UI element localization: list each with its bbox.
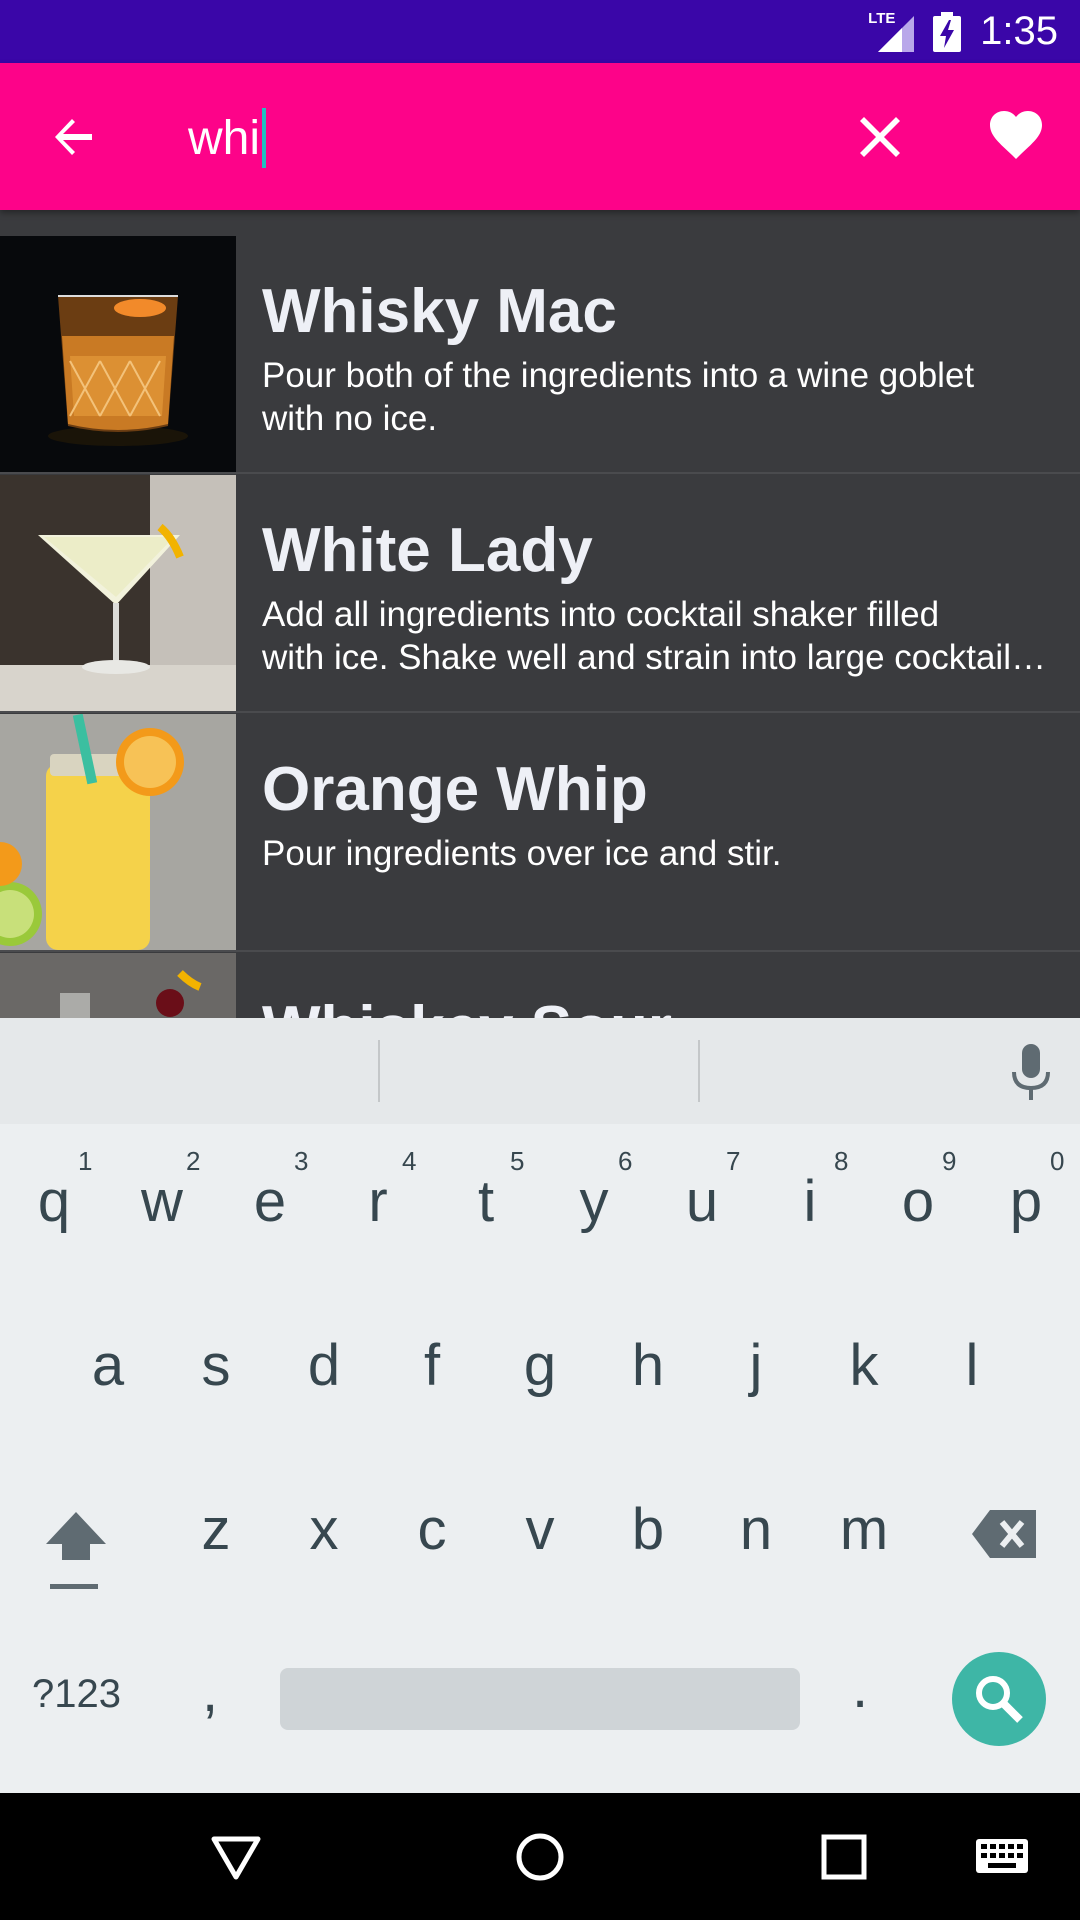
back-arrow-icon[interactable] bbox=[46, 109, 102, 165]
status-bar: LTE 1:35 bbox=[0, 0, 1080, 63]
key-s[interactable]: s bbox=[182, 1332, 250, 1399]
heart-icon[interactable] bbox=[988, 109, 1044, 165]
key-j[interactable]: j bbox=[722, 1332, 790, 1399]
list-item[interactable]: White Lady Add all ingredients into cock… bbox=[0, 475, 1080, 713]
key-f[interactable]: f bbox=[398, 1332, 466, 1399]
key-h[interactable]: h bbox=[614, 1332, 682, 1399]
backspace-icon[interactable] bbox=[972, 1510, 1036, 1558]
comma-key[interactable]: , bbox=[202, 1658, 218, 1725]
symbols-key[interactable]: ?123 bbox=[32, 1672, 121, 1717]
key-m[interactable]: m bbox=[830, 1496, 898, 1563]
list-item[interactable]: Whiskey Sour bbox=[0, 953, 1080, 1018]
keyboard-icon[interactable] bbox=[974, 1831, 1030, 1883]
key-g[interactable]: g bbox=[506, 1332, 574, 1399]
home-circle-icon[interactable] bbox=[514, 1831, 566, 1883]
key-x[interactable]: x bbox=[290, 1496, 358, 1563]
suggestion-divider bbox=[378, 1040, 380, 1102]
microphone-icon[interactable] bbox=[1010, 1044, 1052, 1102]
result-title: Whisky Mac bbox=[262, 277, 617, 346]
shift-icon[interactable] bbox=[44, 1508, 108, 1592]
result-title: Whiskey Sour bbox=[262, 993, 672, 1018]
results-list: Whisky Mac Pour both of the ingredients … bbox=[0, 210, 1080, 1018]
key-c[interactable]: c bbox=[398, 1496, 466, 1563]
key-r[interactable]: r4 bbox=[344, 1146, 416, 1235]
orange-whip-image bbox=[0, 714, 236, 950]
soft-keyboard: q1 w2 e3 r4 t5 y6 u7 i8 o9 p0 a s d f g … bbox=[0, 1018, 1080, 1793]
key-o[interactable]: o9 bbox=[884, 1146, 957, 1235]
key-z[interactable]: z bbox=[182, 1496, 250, 1563]
clock: 1:35 bbox=[980, 9, 1058, 53]
result-title: White Lady bbox=[262, 516, 593, 585]
recents-square-icon[interactable] bbox=[818, 1831, 870, 1883]
key-q[interactable]: q1 bbox=[20, 1146, 93, 1235]
whiskey-sour-image bbox=[0, 953, 236, 1018]
key-e[interactable]: e3 bbox=[236, 1146, 309, 1235]
whisky-mac-image bbox=[0, 236, 236, 472]
key-n[interactable]: n bbox=[722, 1496, 790, 1563]
space-bar[interactable] bbox=[280, 1668, 800, 1730]
key-b[interactable]: b bbox=[614, 1496, 682, 1563]
result-description: Add all ingredients into cocktail shaker… bbox=[262, 595, 1046, 677]
key-i[interactable]: i8 bbox=[776, 1146, 849, 1235]
system-nav-bar bbox=[0, 1793, 1080, 1920]
suggestion-strip bbox=[0, 1018, 1080, 1124]
key-y[interactable]: y6 bbox=[560, 1146, 633, 1235]
key-a[interactable]: a bbox=[74, 1332, 142, 1399]
text-cursor bbox=[262, 108, 267, 168]
list-item[interactable]: Whisky Mac Pour both of the ingredients … bbox=[0, 236, 1080, 474]
result-description: Pour both of the ingredients into a wine… bbox=[262, 356, 975, 438]
key-w[interactable]: w2 bbox=[128, 1146, 200, 1235]
back-triangle-icon[interactable] bbox=[210, 1831, 262, 1883]
key-t[interactable]: t5 bbox=[452, 1146, 525, 1235]
battery-charging-icon bbox=[933, 11, 962, 52]
suggestion-divider bbox=[698, 1040, 700, 1102]
search-icon bbox=[976, 1676, 1023, 1723]
result-title: Orange Whip bbox=[262, 755, 648, 824]
search-action-button[interactable] bbox=[952, 1652, 1046, 1746]
search-app-bar: whi bbox=[0, 63, 1080, 210]
key-d[interactable]: d bbox=[290, 1332, 358, 1399]
key-v[interactable]: v bbox=[506, 1496, 574, 1563]
result-description: Pour ingredients over ice and stir. bbox=[262, 834, 782, 873]
search-input[interactable]: whi bbox=[188, 103, 267, 173]
key-p[interactable]: p0 bbox=[992, 1146, 1065, 1235]
key-u[interactable]: u7 bbox=[668, 1146, 741, 1235]
white-lady-image bbox=[0, 475, 236, 711]
close-icon[interactable] bbox=[852, 109, 908, 165]
list-item[interactable]: Orange Whip Pour ingredients over ice an… bbox=[0, 714, 1080, 952]
period-key[interactable]: . bbox=[852, 1654, 868, 1721]
lte-signal-icon: LTE bbox=[868, 10, 915, 52]
search-input-value: whi bbox=[188, 111, 261, 165]
key-l[interactable]: l bbox=[938, 1332, 1006, 1399]
key-k[interactable]: k bbox=[830, 1332, 898, 1399]
